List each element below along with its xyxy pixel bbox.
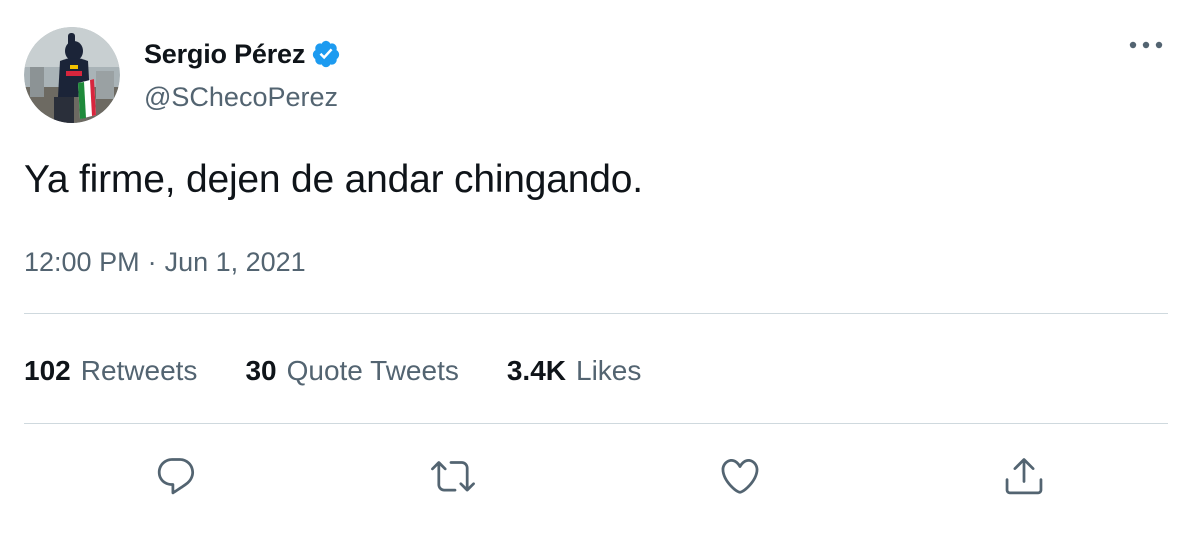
likes-label: Likes (576, 355, 642, 386)
divider (24, 423, 1168, 424)
tweet-card: Sergio Pérez @SChecoPerez Ya firme, deje… (0, 0, 1192, 546)
retweet-icon (431, 461, 475, 492)
avatar-image (24, 27, 120, 123)
retweets-label: Retweets (80, 355, 198, 386)
engagement-stats: 102 Retweets 30 Quote Tweets 3.4K Likes (24, 351, 689, 391)
divider (24, 313, 1168, 314)
timestamp-separator: · (147, 247, 157, 277)
retweet-button[interactable] (425, 448, 481, 504)
tweet-text: Ya firme, dejen de andar chingando. (24, 158, 643, 201)
tweet-actions (0, 448, 1192, 504)
likes-count: 3.4K (506, 355, 567, 386)
author-handle[interactable]: @SChecoPerez (144, 82, 338, 113)
timestamp-time[interactable]: 12:00 PM (24, 247, 140, 278)
likes-stat[interactable]: 3.4K Likes (507, 355, 642, 387)
reply-button[interactable] (148, 448, 204, 504)
like-button[interactable] (712, 448, 768, 504)
quote-tweets-label: Quote Tweets (286, 355, 459, 386)
timestamp-date[interactable]: Jun 1, 2021 (165, 247, 306, 278)
retweets-stat[interactable]: 102 Retweets (24, 355, 197, 387)
more-options-button[interactable] (1124, 28, 1168, 62)
reply-icon (157, 458, 195, 495)
share-icon (1005, 458, 1043, 495)
tweet-timestamp: 12:00 PM · Jun 1, 2021 (24, 247, 306, 278)
quote-tweets-stat[interactable]: 30 Quote Tweets (245, 355, 458, 387)
share-button[interactable] (996, 448, 1052, 504)
retweets-count: 102 (24, 355, 71, 386)
avatar[interactable] (24, 27, 120, 123)
quote-tweets-count: 30 (245, 355, 277, 386)
verified-badge-icon (311, 39, 341, 69)
author-display-name[interactable]: Sergio Pérez (144, 39, 305, 70)
like-icon (721, 458, 759, 494)
author-name-row: Sergio Pérez (144, 34, 341, 74)
more-icon (1129, 41, 1163, 49)
